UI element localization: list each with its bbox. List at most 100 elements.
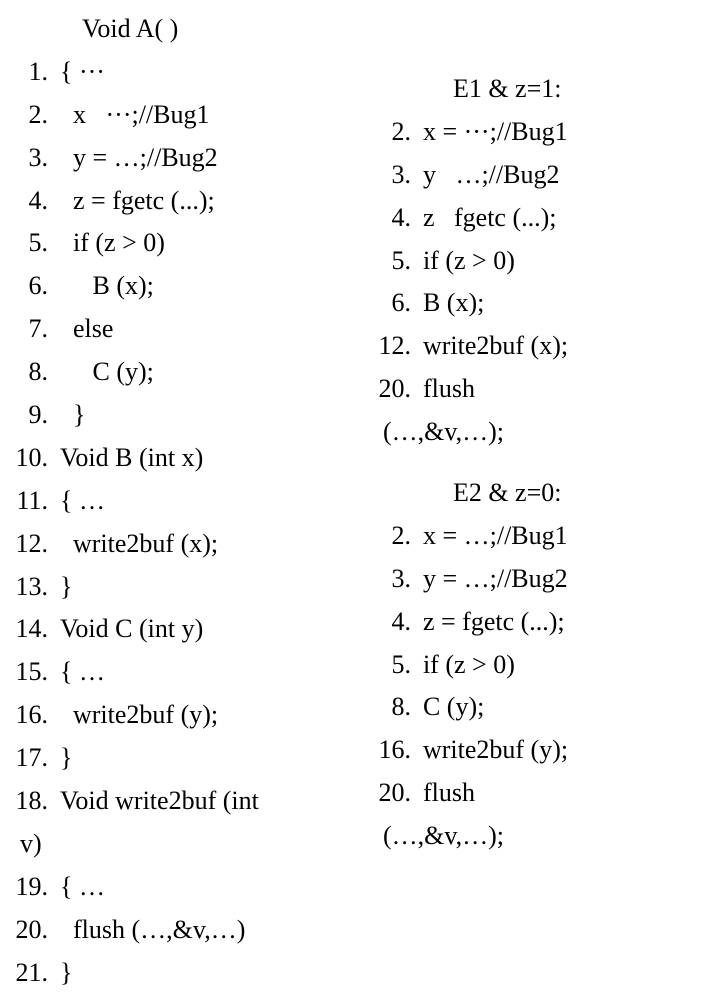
code-line: 18.Void write2buf (int [12, 780, 365, 823]
code-line: 20.flush [375, 368, 710, 411]
left-code-column: Void A( ) 1.{ ··· 2. x ···;//Bug1 3. y =… [12, 8, 375, 992]
continuation-line: (…,&v,…); [375, 411, 710, 454]
line-number: 13. [12, 566, 60, 609]
line-number: 18. [12, 780, 60, 823]
code-text: { … [60, 480, 365, 523]
code-line: 4.z = fgetc (...); [375, 601, 710, 644]
code-text: C (y); [423, 686, 710, 729]
code-line: 3.y = …;//Bug2 [375, 558, 710, 601]
line-number: 3. [375, 558, 423, 601]
code-text: { ··· [60, 51, 365, 94]
line-number: 21. [12, 952, 60, 995]
code-line: 8. C (y); [12, 351, 365, 394]
line-number: 14. [12, 608, 60, 651]
line-number: 4. [375, 197, 423, 240]
line-number: 6. [375, 282, 423, 325]
code-text: Void write2buf (int [60, 780, 365, 823]
block2-header: E2 & z=0: [375, 472, 710, 515]
code-text: { … [60, 651, 365, 694]
code-text: y = …;//Bug2 [60, 137, 365, 180]
code-line: 2.x = ···;//Bug1 [375, 111, 710, 154]
line-number: 7. [12, 308, 60, 351]
line-number: 8. [375, 686, 423, 729]
line-number: 1. [12, 51, 60, 94]
code-text: if (z > 0) [60, 222, 365, 265]
code-line: 3.y …;//Bug2 [375, 154, 710, 197]
line-number: 2. [12, 94, 60, 137]
code-line: 12. write2buf (x); [12, 523, 365, 566]
code-text: z = fgetc (...); [423, 601, 710, 644]
code-line: 16. write2buf (y); [12, 694, 365, 737]
line-number: 3. [375, 154, 423, 197]
line-number: 5. [375, 240, 423, 283]
code-line: 7. else [12, 308, 365, 351]
line-number: 15. [12, 651, 60, 694]
line-number: 5. [375, 644, 423, 687]
line-number: 6. [12, 265, 60, 308]
code-line: 10.Void B (int x) [12, 437, 365, 480]
code-line: 8.C (y); [375, 686, 710, 729]
code-text: } [60, 566, 365, 609]
line-number: 16. [12, 694, 60, 737]
line-number: 11. [12, 480, 60, 523]
code-text: } [60, 394, 365, 437]
code-line: 2.x = …;//Bug1 [375, 515, 710, 558]
code-line: 11.{ … [12, 480, 365, 523]
code-line: 5. if (z > 0) [12, 222, 365, 265]
left-header: Void A( ) [12, 8, 365, 51]
line-number: 3. [12, 137, 60, 180]
code-line: 12.write2buf (x); [375, 325, 710, 368]
code-line: 3. y = …;//Bug2 [12, 137, 365, 180]
line-number: 17. [12, 737, 60, 780]
code-line: 5.if (z > 0) [375, 240, 710, 283]
code-text: write2buf (x); [423, 325, 710, 368]
line-number: 2. [375, 111, 423, 154]
line-number: 5. [12, 222, 60, 265]
line-number: 16. [375, 729, 423, 772]
code-text: flush (…,&v,…) [60, 909, 365, 952]
code-text: else [60, 308, 365, 351]
code-text: write2buf (y); [423, 729, 710, 772]
code-line: 4. z = fgetc (...); [12, 180, 365, 223]
line-number: 10. [12, 437, 60, 480]
code-text: z fgetc (...); [423, 197, 710, 240]
code-text: x = ···;//Bug1 [423, 111, 710, 154]
code-line: 13.} [12, 566, 365, 609]
code-line: 15.{ … [12, 651, 365, 694]
code-line: 4.z fgetc (...); [375, 197, 710, 240]
code-text: Void C (int y) [60, 608, 365, 651]
code-text: write2buf (y); [60, 694, 365, 737]
line-number: 8. [12, 351, 60, 394]
code-line: 20. flush (…,&v,…) [12, 909, 365, 952]
line-number: 20. [12, 909, 60, 952]
code-text: write2buf (x); [60, 523, 365, 566]
code-text: x = …;//Bug1 [423, 515, 710, 558]
code-line: 16.write2buf (y); [375, 729, 710, 772]
code-text: } [60, 952, 365, 995]
code-line: 14.Void C (int y) [12, 608, 365, 651]
continuation-line: v) [12, 823, 365, 866]
code-text: Void B (int x) [60, 437, 365, 480]
code-text: if (z > 0) [423, 644, 710, 687]
line-number: 4. [375, 601, 423, 644]
code-text: C (y); [60, 351, 365, 394]
code-text: flush [423, 772, 710, 815]
code-text: z = fgetc (...); [60, 180, 365, 223]
code-text: y = …;//Bug2 [423, 558, 710, 601]
code-line: 19.{ … [12, 866, 365, 909]
code-line: 2. x ···;//Bug1 [12, 94, 365, 137]
code-line: 20.flush [375, 772, 710, 815]
code-line: 1.{ ··· [12, 51, 365, 94]
continuation-line: (…,&v,…); [375, 815, 710, 858]
code-line: 5.if (z > 0) [375, 644, 710, 687]
code-line: 21.} [12, 952, 365, 995]
code-text: if (z > 0) [423, 240, 710, 283]
code-text: y …;//Bug2 [423, 154, 710, 197]
block1-header: E1 & z=1: [375, 68, 710, 111]
code-text: } [60, 737, 365, 780]
code-text: B (x); [423, 282, 710, 325]
code-text: B (x); [60, 265, 365, 308]
line-number: 9. [12, 394, 60, 437]
line-number: 19. [12, 866, 60, 909]
code-text: { … [60, 866, 365, 909]
